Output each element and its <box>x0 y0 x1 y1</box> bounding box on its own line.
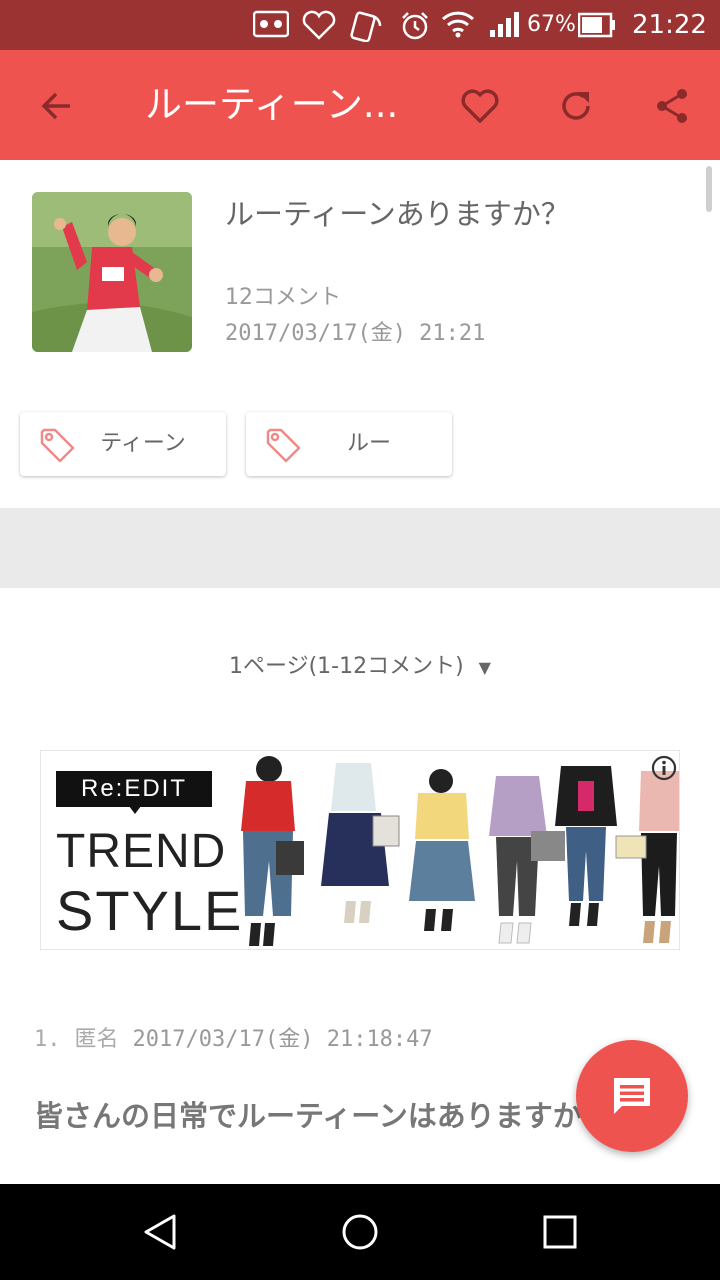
nav-home-icon <box>342 1214 378 1250</box>
ad-brand-pointer <box>129 806 141 814</box>
heart-icon <box>461 89 499 123</box>
nav-back-button[interactable] <box>132 1204 188 1260</box>
scrollbar[interactable] <box>706 166 712 212</box>
app-bar: ルーティーン... <box>0 50 720 160</box>
nav-recents-button[interactable] <box>532 1204 588 1260</box>
tag-label: ティーン <box>100 431 186 456</box>
back-button[interactable] <box>30 80 82 132</box>
section-divider <box>0 508 720 588</box>
alarm-icon <box>399 10 431 51</box>
comment-datetime: 2017/03/17(金) 21:18:47 <box>132 1027 433 1052</box>
signal-icon <box>488 10 522 47</box>
heart-notification-icon <box>302 10 336 49</box>
topic-thumbnail[interactable] <box>32 192 192 352</box>
write-comment-button[interactable] <box>576 1040 688 1152</box>
dropdown-arrow-icon: ▼ <box>478 658 491 677</box>
battery-icon <box>577 12 616 47</box>
page-title: ルーティーン... <box>145 83 399 126</box>
wifi-icon <box>441 10 475 47</box>
voicemail-icon <box>252 10 290 47</box>
nfc-icon <box>350 10 384 51</box>
page-selector-label: 1ページ(1-12コメント) <box>229 654 464 679</box>
nav-recents-icon <box>543 1215 577 1249</box>
tag-chip[interactable]: ティーン <box>20 412 226 476</box>
page-selector[interactable]: 1ページ(1-12コメント) ▼ <box>0 650 720 685</box>
comment-meta: 1. 匿名 2017/03/17(金) 21:18:47 <box>34 1024 433 1056</box>
tag-label: ルー <box>346 431 391 456</box>
share-button[interactable] <box>646 80 698 132</box>
comment-author: 匿名 <box>74 1027 119 1052</box>
ad-info-icon[interactable] <box>651 755 677 781</box>
nav-back-icon <box>144 1214 176 1250</box>
back-arrow-icon <box>41 92 70 120</box>
ad-outfits-image <box>241 756 679 946</box>
battery-percent: 67% <box>527 12 576 37</box>
comment-icon <box>614 1078 650 1114</box>
topic-date: 2017/03/17(金) 21:21 <box>225 321 486 346</box>
topic-comment-count: 12コメント <box>225 285 341 310</box>
refresh-icon <box>562 92 590 120</box>
ad-brand: Re:EDIT <box>56 771 212 807</box>
clock: 21:22 <box>632 10 707 40</box>
ad-headline-line2: STYLE <box>56 879 244 942</box>
share-icon <box>657 89 687 123</box>
refresh-button[interactable] <box>550 80 602 132</box>
tag-chip[interactable]: ルー <box>246 412 452 476</box>
ad-banner[interactable]: Re:EDIT TREND STYLE <box>40 750 680 950</box>
system-nav-bar <box>0 1184 720 1280</box>
favorite-button[interactable] <box>454 80 506 132</box>
topic-title: ルーティーンありますか？ <box>225 197 570 231</box>
ad-headline-line1: TREND <box>56 825 227 878</box>
status-bar: 67% 21:22 <box>0 0 720 50</box>
comment-number: 1. <box>34 1027 61 1052</box>
nav-home-button[interactable] <box>332 1204 388 1260</box>
